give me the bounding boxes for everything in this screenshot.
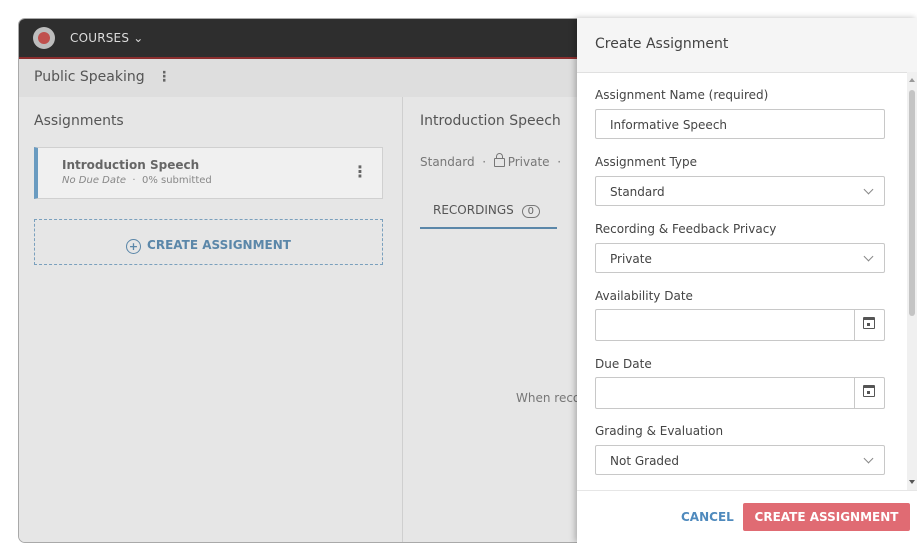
assignment-type-label: Assignment Type — [595, 155, 698, 169]
assignment-name: Introduction Speech — [62, 158, 200, 172]
tab-recordings-label: RECORDINGS — [433, 203, 514, 217]
drawer-header: Create Assignment — [577, 18, 917, 73]
assignment-submitted: 0% submitted — [141, 175, 212, 186]
lock-icon — [493, 153, 505, 167]
assignment-name-input[interactable]: Informative Speech — [595, 109, 885, 139]
detail-meta: Standard · Private · — [420, 153, 562, 169]
cancel-button[interactable]: CANCEL — [677, 506, 738, 528]
grading-select[interactable]: Not Graded — [595, 445, 885, 475]
detail-privacy: Private — [507, 155, 550, 169]
due-date-input[interactable] — [595, 377, 885, 409]
app-logo[interactable] — [33, 27, 55, 49]
form-scrollbar[interactable] — [907, 72, 917, 490]
create-assignment-button[interactable]: CREATE ASSIGNMENT — [743, 503, 910, 531]
meta-separator: · — [482, 155, 487, 169]
detail-title: Introduction Speech — [420, 113, 561, 129]
courses-label: COURSES — [70, 31, 130, 45]
meta-separator: · — [557, 155, 562, 169]
availability-date-input[interactable] — [595, 309, 885, 341]
course-title: Public Speaking — [34, 69, 145, 85]
grading-value: Not Graded — [610, 454, 680, 468]
assignment-type-value: Standard — [610, 185, 665, 199]
chevron-down-icon — [863, 184, 874, 195]
tab-recordings[interactable]: RECORDINGS 0 — [420, 193, 557, 229]
assignment-card[interactable]: Introduction Speech No Due Date · 0% sub… — [34, 147, 383, 199]
calendar-icon — [863, 317, 875, 329]
assignment-menu-icon[interactable]: ⋮ — [352, 162, 368, 181]
scrollbar-thumb[interactable] — [909, 90, 915, 316]
due-date-label: Due Date — [595, 357, 652, 371]
drawer-footer: CANCEL CREATE ASSIGNMENT — [577, 490, 917, 543]
logo-mark — [38, 32, 50, 44]
assignments-pane: Assignments Introduction Speech No Due D… — [19, 97, 403, 542]
create-assignment-link[interactable]: + CREATE ASSIGNMENT — [34, 219, 383, 265]
assignment-due: No Due Date — [62, 175, 127, 186]
calendar-button[interactable] — [854, 378, 884, 408]
chevron-down-icon — [863, 251, 874, 262]
chevron-down-icon: ⌄ — [133, 31, 144, 45]
courses-menu[interactable]: COURSES ⌄ — [70, 31, 143, 45]
assignment-meta: No Due Date · 0% submitted — [62, 175, 212, 186]
create-assignment-label: CREATE ASSIGNMENT — [147, 238, 291, 252]
meta-separator: · — [132, 175, 136, 186]
course-menu-icon[interactable]: ⋮ — [157, 69, 171, 85]
privacy-value: Private — [610, 252, 652, 266]
calendar-icon — [863, 385, 875, 397]
scroll-up-arrow-icon[interactable] — [909, 78, 915, 82]
chevron-down-icon — [863, 453, 874, 464]
plus-circle-icon: + — [126, 239, 142, 254]
recordings-count-badge: 0 — [521, 205, 540, 218]
assignment-name-label: Assignment Name (required) — [595, 88, 769, 102]
drawer-title: Create Assignment — [595, 36, 729, 52]
assignment-form: Assignment Name (required) Informative S… — [577, 72, 907, 490]
assignments-heading: Assignments — [34, 113, 124, 129]
privacy-select[interactable]: Private — [595, 243, 885, 273]
scroll-down-arrow-icon[interactable] — [909, 480, 915, 484]
create-assignment-drawer: Create Assignment Assignment Name (requi… — [577, 18, 917, 543]
detail-type: Standard — [420, 155, 475, 169]
calendar-button[interactable] — [854, 310, 884, 340]
assignment-name-value: Informative Speech — [610, 118, 728, 132]
grading-label: Grading & Evaluation — [595, 424, 724, 438]
privacy-label: Recording & Feedback Privacy — [595, 222, 777, 236]
assignment-type-select[interactable]: Standard — [595, 176, 885, 206]
availability-date-label: Availability Date — [595, 289, 693, 303]
